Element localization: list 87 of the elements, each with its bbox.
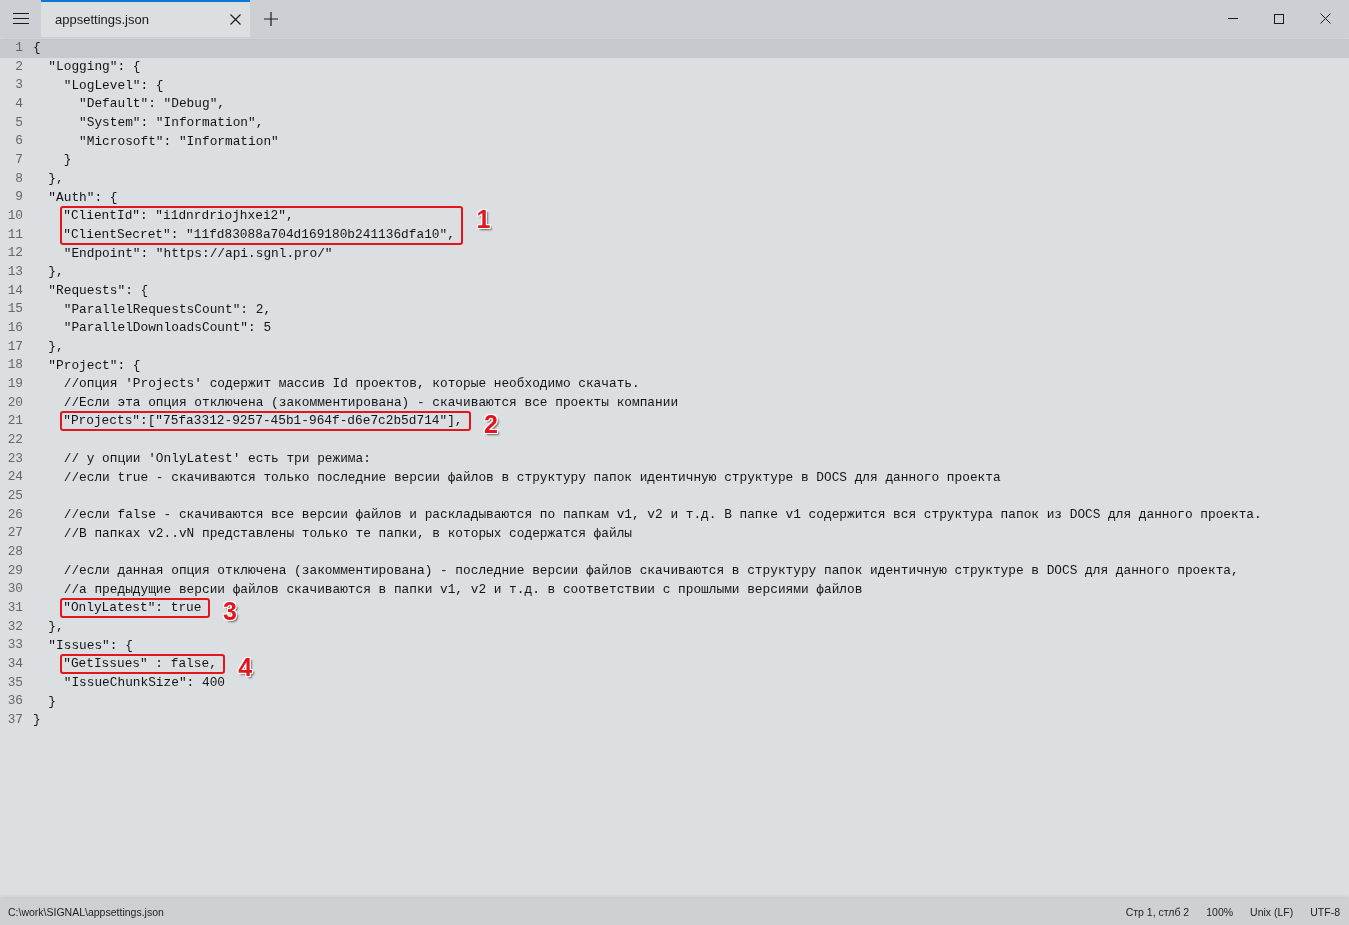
code-line: "Project": { (48, 358, 141, 373)
code-line: //В папках v2..vN представлены только те папки, в которых содержатся файлы (63, 526, 632, 541)
code-line: //если данная опция отключена (закомментирована) - последние версии файлов скачиваются в структуру папок идентичную структуре в DOCS для данного проекта, (63, 564, 1239, 579)
line-number: 6 (15, 133, 23, 149)
code-line: "Default": "Debug", (79, 97, 225, 112)
code-line: "GetIssues" : false, (63, 656, 217, 671)
menu-icon (12, 13, 29, 24)
code-line: // у опции 'OnlyLatest' есть три режима: (63, 452, 371, 467)
line-number: 33 (7, 637, 23, 653)
line-number: 7 (15, 152, 23, 168)
line-number: 12 (7, 245, 23, 261)
code-line: "ClientId": "i1dnrdriojhxei2", (63, 208, 294, 223)
line-number: 20 (7, 394, 23, 410)
code-line: }, (48, 265, 64, 280)
close-icon (229, 14, 241, 25)
status-item: Стр 1, стлб 2 (1125, 905, 1190, 918)
code-line: "Endpoint": "https://api.sgnl.pro/" (63, 246, 333, 261)
line-number: 11 (7, 226, 23, 242)
line-number: 25 (7, 488, 23, 504)
code-line: }, (48, 340, 64, 355)
code-line: "Logging": { (48, 60, 141, 74)
line-number: 28 (7, 544, 23, 560)
line-number: 27 (7, 525, 23, 541)
line-number: 9 (15, 189, 23, 205)
line-number: 32 (7, 618, 23, 634)
line-number: 15 (7, 301, 23, 317)
code-line: "Auth": { (48, 190, 118, 205)
line-number: 10 (7, 208, 23, 224)
callout-number: 3 (222, 599, 237, 625)
code-line: } (63, 153, 72, 168)
callout-number: 2 (484, 412, 498, 438)
line-number: 16 (7, 320, 23, 336)
callout-number: 4 (238, 655, 253, 681)
code-line: "ParallelRequestsCount": 2, (63, 302, 272, 317)
code-line: "IssueChunkSize": 400 (63, 676, 225, 691)
plus-icon (263, 11, 278, 26)
line-number: 34 (7, 656, 23, 672)
line-number: 2 (15, 58, 23, 74)
line-number: 1 (15, 40, 23, 55)
line-number: 31 (7, 600, 23, 616)
status-item: UTF-8 (1310, 905, 1340, 918)
line-number: 29 (7, 562, 23, 578)
code-line: "Microsoft": "Information" (79, 134, 279, 149)
line-number: 24 (7, 469, 23, 485)
line-number: 36 (7, 693, 23, 709)
line-number: 4 (15, 96, 23, 111)
line-number: 14 (7, 282, 23, 298)
code-line: //а предыдущие версии файлов скачиваются в папки v1, v2 и т.д. в соответствии с прошлыми версиями файлов (63, 582, 863, 597)
status-item: 100% (1206, 905, 1234, 918)
code-line: //если false - скачиваются все версии файлов и раскладываются по папкам v1, v2 и т.д. В папке v1 содержится вся структура папок из DOCS для данного проекта. (63, 508, 1262, 523)
maximize-icon (1274, 13, 1284, 24)
code-line: "System": "Information", (79, 116, 264, 130)
code-line: "OnlyLatest": true (63, 600, 202, 615)
code-line: //Если эта опция отключена (закомментирована) - скачиваются все проекты компании (63, 396, 679, 411)
line-number: 5 (15, 114, 23, 130)
line-number: 8 (15, 170, 23, 186)
line-number: 13 (7, 264, 23, 280)
file-path: C:\work\SIGNAL\appsettings.json (8, 905, 164, 918)
line-number: 37 (7, 712, 23, 728)
line-number: 19 (7, 376, 23, 392)
status-item: Unix (LF) (1250, 905, 1294, 918)
code-line: "ParallelDownloadsCount": 5 (63, 321, 272, 336)
minimize-icon (1228, 18, 1238, 19)
code-line: //если true - скачиваются только последние версии файлов в структуру папок идентичную структуре в DOCS для данного проекта (63, 470, 1001, 485)
code-line: "LogLevel": { (63, 78, 164, 93)
code-line: }, (48, 620, 64, 635)
code-line: } (48, 694, 57, 709)
code-line: "Requests": { (48, 284, 149, 299)
code-line: { (33, 41, 41, 56)
line-number: 17 (7, 338, 23, 354)
line-number: 30 (7, 581, 23, 597)
line-number: 21 (7, 413, 23, 429)
code-line: "Projects":["75fa3312-9257-45b1-964f-d6e7c2b5d714"], (63, 414, 463, 429)
code-line: "Issues": { (48, 638, 133, 653)
line-number: 18 (7, 357, 23, 373)
line-number: 26 (7, 506, 23, 522)
code-line: "ClientSecret": "11fd83088a704d169180b241136dfa10", (63, 227, 455, 242)
file-tab[interactable]: appsettings.json (41, 0, 250, 37)
line-number: 23 (7, 450, 23, 466)
close-icon (1320, 13, 1331, 24)
line-number: 22 (7, 432, 23, 448)
code-line: //опция 'Projects' содержит массив Id проектов, которые необходимо скачать. (63, 377, 640, 392)
callout-number: 1 (476, 207, 491, 233)
line-number: 3 (15, 77, 23, 93)
line-number: 35 (7, 674, 23, 690)
code-line: }, (48, 172, 64, 187)
code-line: } (33, 713, 41, 728)
